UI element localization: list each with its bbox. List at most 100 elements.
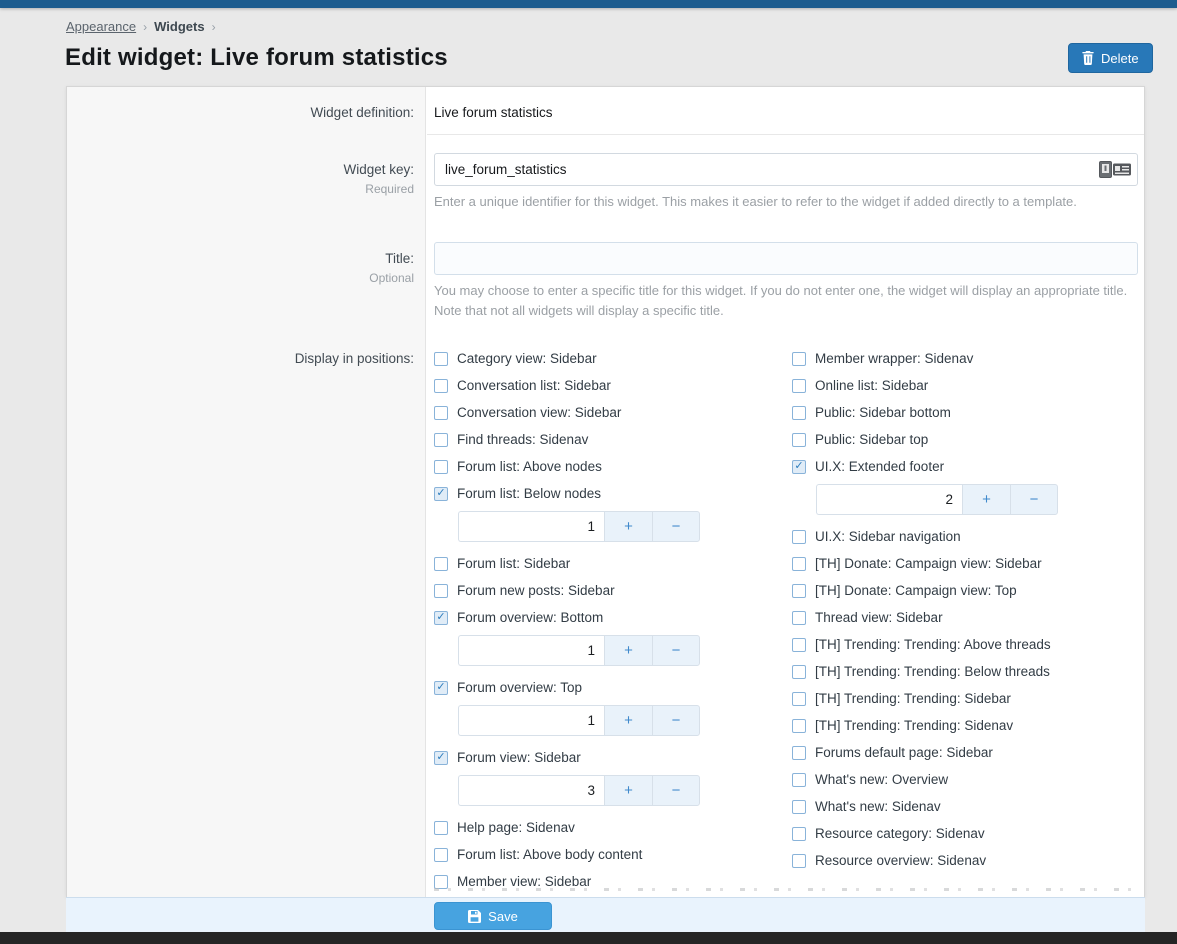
position-option-label[interactable]: Member view: Sidebar	[457, 874, 591, 889]
increment-button[interactable]: +	[604, 705, 652, 736]
position-option-label[interactable]: Forum list: Below nodes	[457, 486, 601, 501]
decrement-button[interactable]: −	[652, 511, 700, 542]
checkbox-unchecked[interactable]	[434, 352, 448, 366]
position-option-label[interactable]: Resource category: Sidenav	[815, 826, 985, 841]
display-order-input[interactable]	[816, 484, 962, 515]
breadcrumb-appearance[interactable]: Appearance	[66, 19, 136, 34]
position-option[interactable]: Conversation list: Sidebar	[434, 377, 792, 394]
position-option[interactable]: Conversation view: Sidebar	[434, 404, 792, 421]
checkbox-unchecked[interactable]	[792, 557, 806, 571]
position-option[interactable]: Forum list: Above body content	[434, 846, 792, 863]
checkbox-unchecked[interactable]	[434, 460, 448, 474]
position-option[interactable]: Forums default page: Sidebar	[792, 744, 1138, 761]
checkbox-unchecked[interactable]	[434, 848, 448, 862]
checkbox-unchecked[interactable]	[792, 692, 806, 706]
checkbox-unchecked[interactable]	[792, 530, 806, 544]
checkbox-unchecked[interactable]	[792, 611, 806, 625]
position-option-label[interactable]: Member wrapper: Sidenav	[815, 351, 973, 366]
increment-button[interactable]: +	[604, 511, 652, 542]
position-option[interactable]: ✓ Forum list: Below nodes	[434, 485, 792, 502]
position-option[interactable]: What's new: Sidenav	[792, 798, 1138, 815]
position-option[interactable]: UI.X: Sidebar navigation	[792, 528, 1138, 545]
checkbox-checked[interactable]: ✓	[434, 751, 448, 765]
position-option-label[interactable]: Thread view: Sidebar	[815, 610, 943, 625]
display-order-input[interactable]	[458, 511, 604, 542]
position-option[interactable]: [TH] Trending: Trending: Sidenav	[792, 717, 1138, 734]
increment-button[interactable]: +	[604, 775, 652, 806]
position-option[interactable]: Online list: Sidebar	[792, 377, 1138, 394]
position-option-label[interactable]: What's new: Overview	[815, 772, 948, 787]
widget-key-input[interactable]	[434, 153, 1138, 186]
position-option-label[interactable]: Find threads: Sidenav	[457, 432, 588, 447]
position-option[interactable]: What's new: Overview	[792, 771, 1138, 788]
position-option[interactable]: [TH] Donate: Campaign view: Sidebar	[792, 555, 1138, 572]
checkbox-checked[interactable]: ✓	[434, 487, 448, 501]
position-option-label[interactable]: [TH] Trending: Trending: Sidebar	[815, 691, 1011, 706]
position-option[interactable]: [TH] Trending: Trending: Above threads	[792, 636, 1138, 653]
position-option[interactable]: [TH] Donate: Campaign view: Top	[792, 582, 1138, 599]
position-option-label[interactable]: [TH] Trending: Trending: Sidenav	[815, 718, 1013, 733]
position-option[interactable]: Public: Sidebar bottom	[792, 404, 1138, 421]
display-order-input[interactable]	[458, 775, 604, 806]
position-option-label[interactable]: Forums default page: Sidebar	[815, 745, 993, 760]
position-option[interactable]: Public: Sidebar top	[792, 431, 1138, 448]
position-option-label[interactable]: Help page: Sidenav	[457, 820, 575, 835]
position-option-label[interactable]: What's new: Sidenav	[815, 799, 941, 814]
checkbox-checked[interactable]: ✓	[792, 460, 806, 474]
position-option[interactable]: Resource overview: Sidenav	[792, 852, 1138, 869]
increment-button[interactable]: +	[962, 484, 1010, 515]
position-option-label[interactable]: Forum list: Sidebar	[457, 556, 570, 571]
position-option-label[interactable]: UI.X: Sidebar navigation	[815, 529, 961, 544]
position-option-label[interactable]: Public: Sidebar bottom	[815, 405, 951, 420]
display-order-input[interactable]	[458, 635, 604, 666]
position-option[interactable]: Thread view: Sidebar	[792, 609, 1138, 626]
breadcrumb-widgets[interactable]: Widgets	[154, 19, 204, 34]
decrement-button[interactable]: −	[1010, 484, 1058, 515]
position-option-label[interactable]: [TH] Trending: Trending: Above threads	[815, 637, 1051, 652]
checkbox-unchecked[interactable]	[792, 638, 806, 652]
checkbox-unchecked[interactable]	[434, 584, 448, 598]
position-option-label[interactable]: Online list: Sidebar	[815, 378, 928, 393]
decrement-button[interactable]: −	[652, 775, 700, 806]
checkbox-unchecked[interactable]	[434, 433, 448, 447]
position-option-label[interactable]: UI.X: Extended footer	[815, 459, 944, 474]
position-option-label[interactable]: Forum overview: Top	[457, 680, 582, 695]
checkbox-unchecked[interactable]	[434, 379, 448, 393]
position-option-label[interactable]: Forum overview: Bottom	[457, 610, 603, 625]
checkbox-unchecked[interactable]	[434, 875, 448, 889]
position-option[interactable]: Category view: Sidebar	[434, 350, 792, 367]
checkbox-unchecked[interactable]	[792, 800, 806, 814]
decrement-button[interactable]: −	[652, 705, 700, 736]
checkbox-unchecked[interactable]	[434, 821, 448, 835]
position-option-label[interactable]: Public: Sidebar top	[815, 432, 928, 447]
delete-button[interactable]: Delete	[1068, 43, 1153, 73]
checkbox-unchecked[interactable]	[792, 827, 806, 841]
decrement-button[interactable]: −	[652, 635, 700, 666]
position-option-label[interactable]: Forum view: Sidebar	[457, 750, 581, 765]
position-option[interactable]: [TH] Trending: Trending: Sidebar	[792, 690, 1138, 707]
checkbox-unchecked[interactable]	[792, 379, 806, 393]
checkbox-unchecked[interactable]	[792, 746, 806, 760]
position-option-label[interactable]: Resource overview: Sidenav	[815, 853, 986, 868]
position-option[interactable]: Forum list: Sidebar	[434, 555, 792, 572]
position-option[interactable]: Forum list: Above nodes	[434, 458, 792, 475]
checkbox-unchecked[interactable]	[792, 719, 806, 733]
position-option-label[interactable]: [TH] Trending: Trending: Below threads	[815, 664, 1050, 679]
checkbox-unchecked[interactable]	[792, 433, 806, 447]
position-option[interactable]: Resource category: Sidenav	[792, 825, 1138, 842]
position-option[interactable]: ✓ UI.X: Extended footer	[792, 458, 1138, 475]
checkbox-unchecked[interactable]	[792, 406, 806, 420]
position-option[interactable]: Find threads: Sidenav	[434, 431, 792, 448]
checkbox-unchecked[interactable]	[792, 854, 806, 868]
checkbox-unchecked[interactable]	[434, 557, 448, 571]
position-option-label[interactable]: Forum list: Above body content	[457, 847, 642, 862]
position-option-label[interactable]: Category view: Sidebar	[457, 351, 597, 366]
position-option[interactable]: Member wrapper: Sidenav	[792, 350, 1138, 367]
position-option-label[interactable]: Conversation view: Sidebar	[457, 405, 621, 420]
checkbox-unchecked[interactable]	[792, 665, 806, 679]
checkbox-unchecked[interactable]	[792, 773, 806, 787]
save-button[interactable]: Save	[434, 902, 552, 930]
checkbox-unchecked[interactable]	[792, 584, 806, 598]
increment-button[interactable]: +	[604, 635, 652, 666]
position-option[interactable]: ✓ Forum view: Sidebar	[434, 749, 792, 766]
